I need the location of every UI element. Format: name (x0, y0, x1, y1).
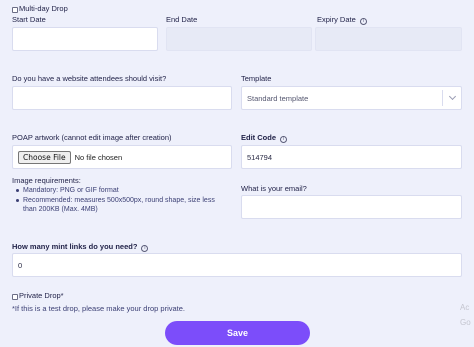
expiry-date-text: Expiry Date (317, 15, 356, 24)
artwork-file-input[interactable]: Choose File No file chosen (12, 145, 232, 169)
start-date-label: Start Date (12, 15, 46, 24)
website-input[interactable] (12, 86, 232, 110)
template-select[interactable]: Standard template (241, 86, 462, 110)
info-icon[interactable]: i (280, 136, 287, 143)
multi-day-checkbox[interactable] (12, 7, 18, 13)
requirements-list: Mandatory: PNG or GIF format Recommended… (14, 186, 230, 214)
edit-code-input[interactable]: 514794 (241, 145, 462, 169)
website-label: Do you have a website attendees should v… (12, 74, 167, 83)
select-divider (442, 90, 443, 106)
mint-links-label: How many mint links do you need? i (12, 242, 149, 252)
mint-links-text: How many mint links do you need? (12, 242, 138, 251)
mint-links-input[interactable]: 0 (12, 253, 462, 277)
mint-links-value: 0 (18, 260, 23, 270)
list-item: Mandatory: PNG or GIF format (14, 186, 230, 195)
multi-day-label: Multi-day Drop (19, 4, 68, 13)
file-status: No file chosen (74, 152, 123, 162)
edit-code-value: 514794 (247, 152, 273, 162)
expiry-date-label: Expiry Date i (317, 15, 367, 25)
private-drop-note: *If this is a test drop, please make you… (12, 304, 186, 313)
save-button[interactable]: Save (165, 321, 310, 345)
artwork-label: POAP artwork (cannot edit image after cr… (12, 133, 172, 142)
watermark-line-2: Go (460, 318, 471, 327)
template-selected-value: Standard template (247, 93, 309, 103)
info-icon[interactable]: i (359, 18, 367, 25)
requirements-title: Image requirements: (12, 176, 81, 185)
list-item: Recommended: measures 500x500px, round s… (14, 196, 230, 214)
edit-code-text: Edit Code (241, 133, 276, 142)
email-input[interactable] (241, 195, 462, 219)
info-icon[interactable]: i (141, 245, 149, 252)
choose-file-button[interactable]: Choose File (18, 150, 71, 164)
expiry-date-input[interactable] (315, 27, 462, 51)
template-label: Template (241, 74, 272, 83)
private-drop-label: Private Drop* (19, 291, 64, 300)
end-date-label: End Date (166, 15, 198, 24)
watermark-line-1: Ac (460, 303, 470, 312)
private-drop-checkbox[interactable] (12, 294, 18, 300)
end-date-input[interactable] (166, 27, 312, 51)
edit-code-label: Edit Code i (241, 133, 287, 143)
start-date-input[interactable] (12, 27, 158, 51)
chevron-down-icon (448, 92, 457, 101)
email-label: What is your email? (241, 184, 307, 193)
